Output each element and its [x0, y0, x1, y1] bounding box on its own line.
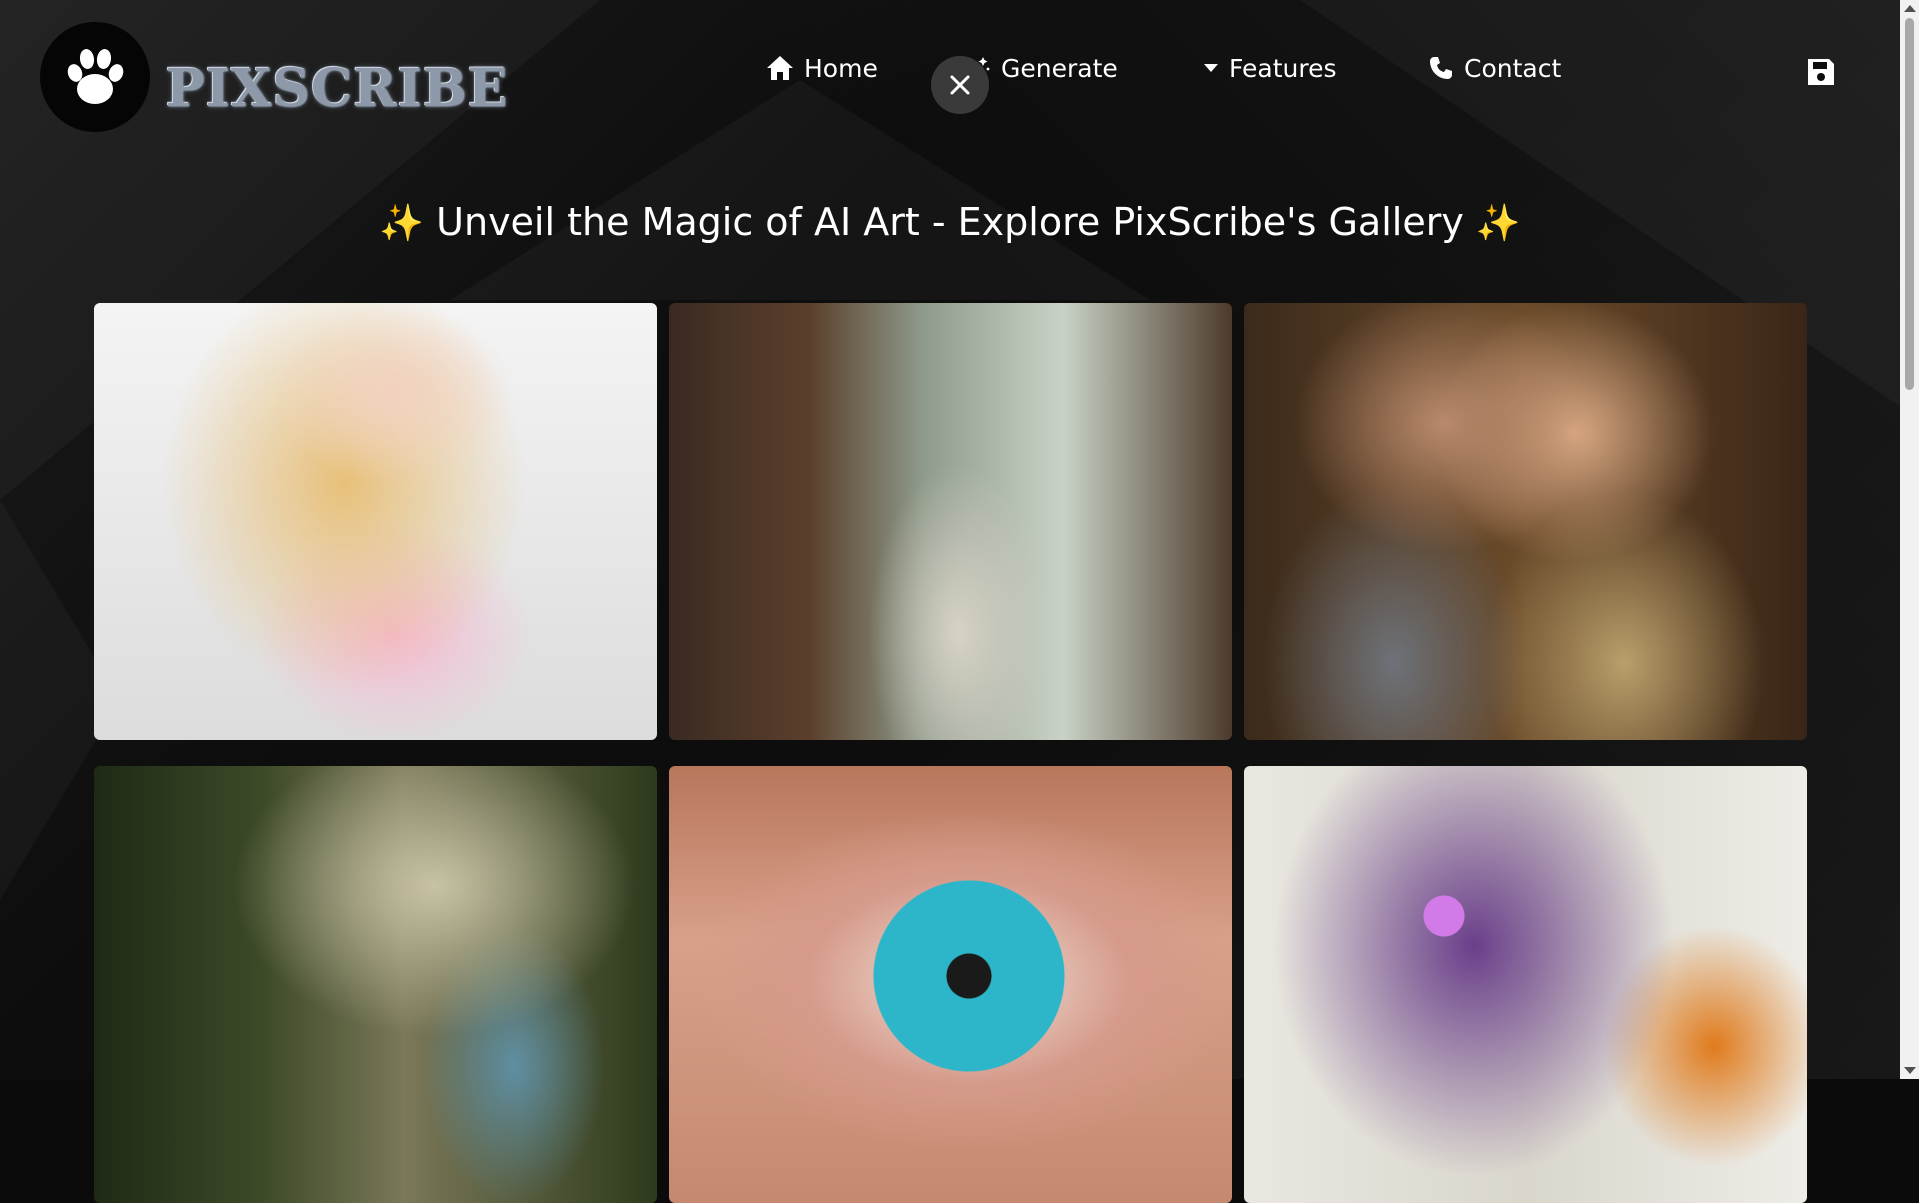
scroll-thumb[interactable]: [1905, 18, 1914, 390]
sparkle-icon: ✨: [1475, 203, 1521, 244]
nav-home[interactable]: Home: [766, 48, 878, 88]
save-button[interactable]: [1804, 55, 1838, 89]
gallery-image-5[interactable]: [669, 766, 1232, 1203]
phone-icon: [1430, 57, 1452, 79]
nav-home-label: Home: [804, 53, 878, 83]
gallery-image-4[interactable]: [94, 766, 657, 1203]
nav-features-label: Features: [1229, 53, 1337, 83]
page-title: ✨ Unveil the Magic of AI Art - Explore P…: [0, 200, 1900, 244]
close-icon: [950, 75, 970, 95]
gallery-image-2[interactable]: [669, 303, 1232, 740]
scroll-up-arrow-icon[interactable]: [1904, 5, 1916, 12]
nav-contact-label: Contact: [1464, 53, 1562, 83]
paw-icon: [67, 49, 124, 104]
paw-logo[interactable]: [40, 22, 150, 132]
sparkle-icon: ✨: [379, 203, 425, 244]
caret-down-icon: [1204, 64, 1218, 72]
brand-wordmark[interactable]: PIXSCRIBE: [166, 56, 508, 120]
nav-contact[interactable]: Contact: [1428, 48, 1561, 88]
nav-features[interactable]: Features: [1203, 48, 1337, 88]
gallery-image-1[interactable]: [94, 303, 657, 740]
gallery-image-3[interactable]: [1244, 303, 1807, 740]
site-header: PIXSCRIBE Home Generate Features Contact: [0, 0, 1900, 150]
page-title-text: Unveil the Magic of AI Art - Explore Pix…: [436, 200, 1464, 244]
close-button[interactable]: [931, 56, 989, 114]
vertical-scrollbar[interactable]: [1900, 0, 1919, 1079]
save-icon: [1808, 59, 1834, 85]
gallery-image-6[interactable]: [1244, 766, 1807, 1203]
nav-generate-label: Generate: [1001, 53, 1118, 83]
home-icon: [767, 56, 793, 80]
scroll-down-arrow-icon[interactable]: [1904, 1067, 1916, 1074]
gallery-grid: [94, 303, 1807, 1203]
